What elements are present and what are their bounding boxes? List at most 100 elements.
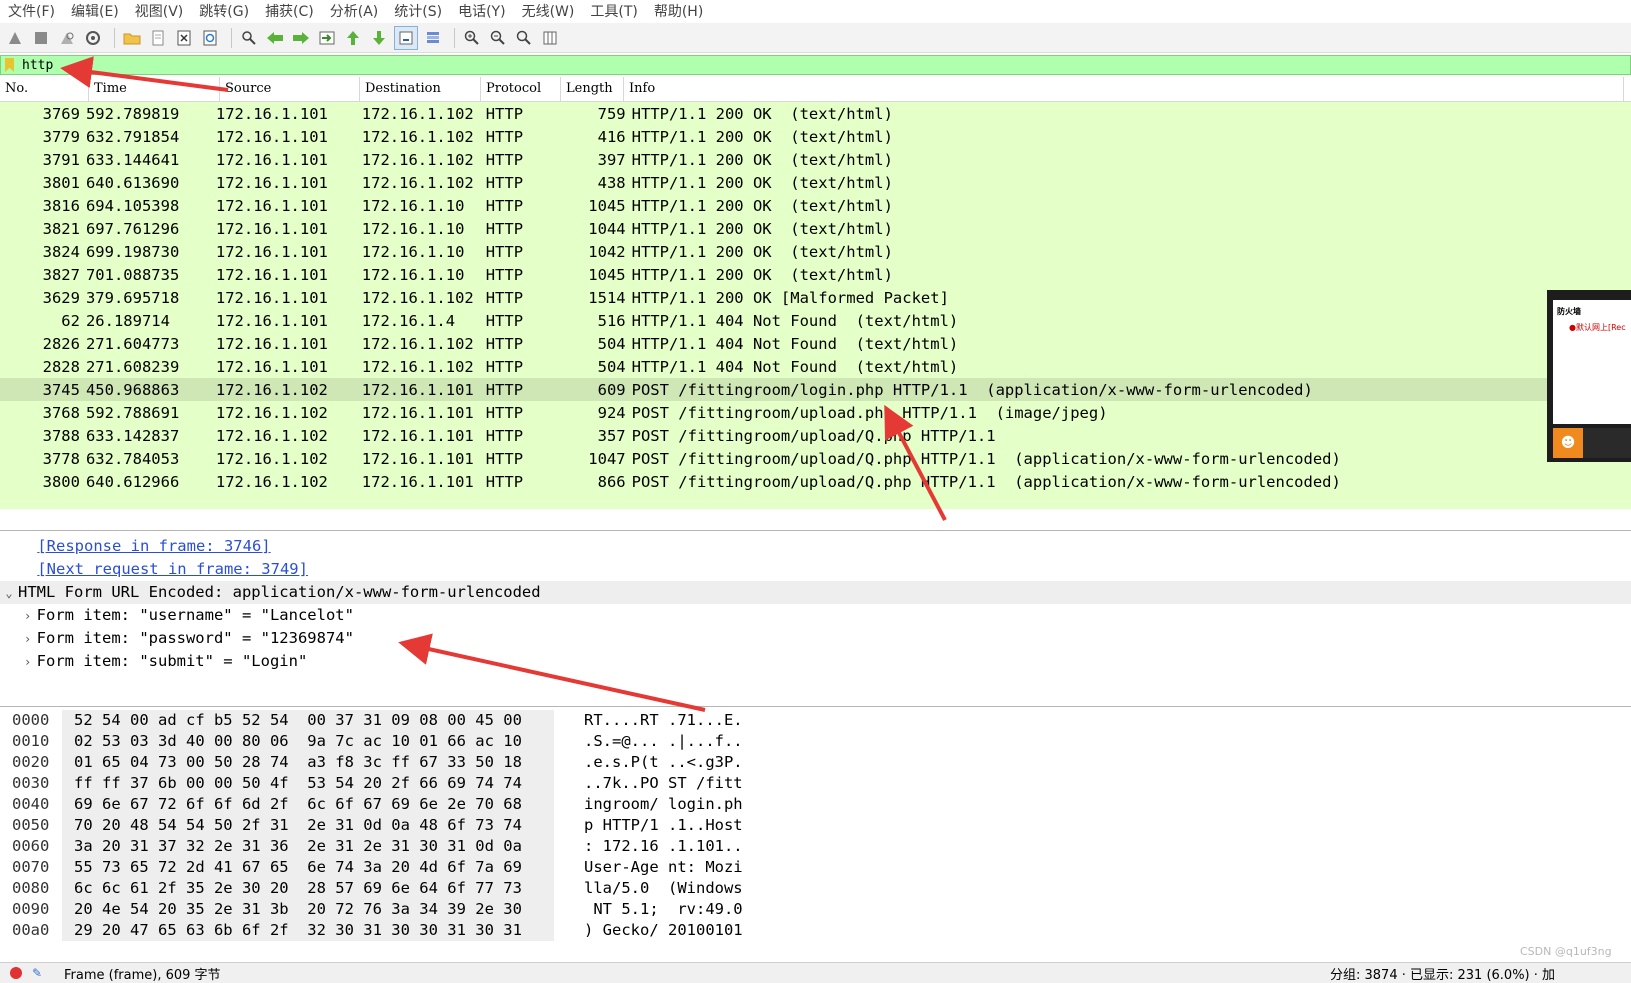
zoom-in-icon[interactable] — [461, 27, 483, 49]
menu-item[interactable]: 视图(V) — [127, 1, 192, 21]
column-header[interactable]: Time — [89, 77, 220, 101]
packet-row[interactable]: 3745 450.968863 172.16.1.102 172.16.1.101 HT… — [0, 378, 1631, 401]
expert-info-icon[interactable] — [10, 967, 22, 979]
packet-row[interactable]: 3788 633.142837 172.16.1.102 172.16.1.101 HT… — [0, 424, 1631, 447]
bookmark-icon[interactable] — [5, 58, 14, 72]
byte-ascii[interactable]: RT....RT .71...E. — [554, 710, 854, 731]
packet-row[interactable]: 3827 701.088735 172.16.1.101 172.16.1.10 HTT… — [0, 263, 1631, 286]
byte-ascii[interactable]: NT 5.1; rv:49.0 — [554, 899, 854, 920]
go-forward-arrow-icon[interactable] — [290, 27, 312, 49]
byte-hex[interactable]: 02 53 03 3d 40 00 80 06 9a 7c ac 10 01 6… — [62, 731, 554, 752]
byte-hex[interactable]: 70 20 48 54 54 50 2f 31 2e 31 0d 0a 48 6… — [62, 815, 554, 836]
zoom-out-icon[interactable] — [487, 27, 509, 49]
menu-item[interactable]: 跳转(G) — [191, 1, 257, 21]
byte-offset[interactable]: 0030 — [0, 773, 62, 794]
normal-size-icon[interactable] — [513, 27, 535, 49]
packet-row[interactable]: 3629 379.695718 172.16.1.101 172.16.1.102 HT… — [0, 286, 1631, 309]
person-icon[interactable]: ☻ — [1553, 428, 1583, 458]
byte-hex[interactable]: 69 6e 67 72 6f 6f 6d 2f 6c 6f 67 69 6e 2… — [62, 794, 554, 815]
byte-hex[interactable]: 29 20 47 65 63 6b 6f 2f 32 30 31 30 30 3… — [62, 920, 554, 941]
chevron-down-icon[interactable]: ⌄ — [0, 582, 18, 605]
form-item-row[interactable]: › Form item: "password" = "12369874" — [0, 627, 1631, 650]
packet-row[interactable]: 62 26.189714 172.16.1.101 172.16.1.4 HTTP 516… — [0, 309, 1631, 332]
menu-item[interactable]: 统计(S) — [386, 1, 450, 21]
menu-item[interactable]: 文件(F) — [0, 1, 63, 21]
column-header[interactable]: Protocol — [481, 77, 561, 101]
menu-item[interactable]: 捕获(C) — [257, 1, 322, 21]
packet-row[interactable]: 3816 694.105398 172.16.1.101 172.16.1.10 HTT… — [0, 194, 1631, 217]
close-file-icon[interactable] — [173, 27, 195, 49]
column-header[interactable]: No. — [0, 77, 89, 101]
byte-offset[interactable]: 0050 — [0, 815, 62, 836]
byte-hex[interactable]: 3a 20 31 37 32 2e 31 36 2e 31 2e 31 30 3… — [62, 836, 554, 857]
stop-square-icon[interactable] — [30, 27, 52, 49]
display-filter-input[interactable] — [20, 56, 624, 74]
packet-row[interactable]: 3768 592.788691 172.16.1.102 172.16.1.101 HT… — [0, 401, 1631, 424]
byte-ascii[interactable]: .e.s.P(t ..<.g3P. — [554, 752, 854, 773]
go-first-packet-icon[interactable] — [342, 27, 364, 49]
byte-hex[interactable]: 01 65 04 73 00 50 28 74 a3 f8 3c ff 67 3… — [62, 752, 554, 773]
packet-row[interactable]: 3801 640.613690 172.16.1.101 172.16.1.102 HT… — [0, 171, 1631, 194]
menu-item[interactable]: 分析(A) — [322, 1, 387, 21]
packet-row[interactable]: 3821 697.761296 172.16.1.101 172.16.1.10 HTT… — [0, 217, 1631, 240]
byte-ascii[interactable]: .S.=@... .|...f.. — [554, 731, 854, 752]
byte-offset[interactable]: 00a0 — [0, 920, 62, 941]
reload-icon[interactable] — [199, 27, 221, 49]
byte-hex[interactable]: 20 4e 54 20 35 2e 31 3b 20 72 76 3a 34 3… — [62, 899, 554, 920]
column-header[interactable]: Source — [220, 77, 360, 101]
resize-columns-icon[interactable] — [539, 27, 561, 49]
go-last-packet-icon[interactable] — [368, 27, 390, 49]
byte-offset[interactable]: 0040 — [0, 794, 62, 815]
byte-ascii[interactable]: ) Gecko/ 20100101 — [554, 920, 854, 941]
menu-item[interactable]: 无线(W) — [514, 1, 583, 21]
byte-hex[interactable]: 52 54 00 ad cf b5 52 54 00 37 31 09 08 0… — [62, 710, 554, 731]
byte-ascii[interactable]: p HTTP/1 .1..Host — [554, 815, 854, 836]
edit-comment-icon[interactable]: ✎ — [32, 966, 46, 980]
form-item-row[interactable]: › Form item: "username" = "Lancelot" — [0, 604, 1631, 627]
byte-hex[interactable]: 6c 6c 61 2f 35 2e 30 20 28 57 69 6e 64 6… — [62, 878, 554, 899]
packet-row[interactable]: 3779 632.791854 172.16.1.101 172.16.1.102 HT… — [0, 125, 1631, 148]
byte-offset[interactable]: 0000 — [0, 710, 62, 731]
go-to-packet-icon[interactable] — [316, 27, 338, 49]
chevron-right-icon[interactable]: › — [19, 651, 37, 674]
find-packet-icon[interactable] — [238, 27, 260, 49]
column-header[interactable]: Length — [561, 77, 624, 101]
byte-ascii[interactable]: User-Age nt: Mozi — [554, 857, 854, 878]
go-back-arrow-icon[interactable] — [264, 27, 286, 49]
byte-hex[interactable]: 55 73 65 72 2d 41 67 65 6e 74 3a 20 4d 6… — [62, 857, 554, 878]
packet-row[interactable]: 3778 632.784053 172.16.1.102 172.16.1.101 HT… — [0, 447, 1631, 470]
floating-thumbnail[interactable]: 防火墙 ●默认网上[Rec ☻ — [1547, 290, 1631, 462]
byte-offset[interactable]: 0010 — [0, 731, 62, 752]
byte-offset[interactable]: 0060 — [0, 836, 62, 857]
packet-row[interactable]: 3769 592.789819 172.16.1.101 172.16.1.102 HT… — [0, 102, 1631, 125]
byte-hex[interactable]: ff ff 37 6b 00 00 50 4f 53 54 20 2f 66 6… — [62, 773, 554, 794]
byte-ascii[interactable]: ..7k..PO ST /fitt — [554, 773, 854, 794]
byte-offset[interactable]: 0090 — [0, 899, 62, 920]
column-header[interactable]: Destination — [360, 77, 481, 101]
packet-row[interactable]: 3824 699.198730 172.16.1.101 172.16.1.10 HTT… — [0, 240, 1631, 263]
next-request-link[interactable]: [Next request in frame: 3749] — [37, 560, 308, 578]
chevron-right-icon[interactable]: › — [19, 628, 37, 651]
packet-row[interactable]: 2826 271.604773 172.16.1.101 172.16.1.102 HT… — [0, 332, 1631, 355]
open-folder-icon[interactable] — [121, 27, 143, 49]
shark-fin-start-icon[interactable] — [4, 27, 26, 49]
response-frame-link[interactable]: [Response in frame: 3746] — [37, 537, 270, 555]
byte-offset[interactable]: 0020 — [0, 752, 62, 773]
colorize-icon[interactable] — [422, 27, 444, 49]
form-header-row[interactable]: ⌄ HTML Form URL Encoded: application/x-ww… — [0, 581, 1631, 604]
byte-offset[interactable]: 0070 — [0, 857, 62, 878]
form-item-row[interactable]: › Form item: "submit" = "Login" — [0, 650, 1631, 673]
byte-ascii[interactable]: lla/5.0 (Windows — [554, 878, 854, 899]
capture-options-gear-icon[interactable] — [82, 27, 104, 49]
restart-fin-icon[interactable] — [56, 27, 78, 49]
autoscroll-icon[interactable] — [394, 25, 418, 50]
save-file-icon[interactable] — [147, 27, 169, 49]
menu-item[interactable]: 帮助(H) — [646, 1, 711, 21]
packet-row[interactable]: 3800 640.612966 172.16.1.102 172.16.1.101 HT… — [0, 470, 1631, 493]
byte-ascii[interactable]: : 172.16 .1.101.. — [554, 836, 854, 857]
menu-item[interactable]: 编辑(E) — [63, 1, 127, 21]
packet-row[interactable]: 3791 633.144641 172.16.1.101 172.16.1.102 HT… — [0, 148, 1631, 171]
menu-item[interactable]: 电话(Y) — [450, 1, 513, 21]
menu-item[interactable]: 工具(T) — [582, 1, 645, 21]
byte-offset[interactable]: 0080 — [0, 878, 62, 899]
